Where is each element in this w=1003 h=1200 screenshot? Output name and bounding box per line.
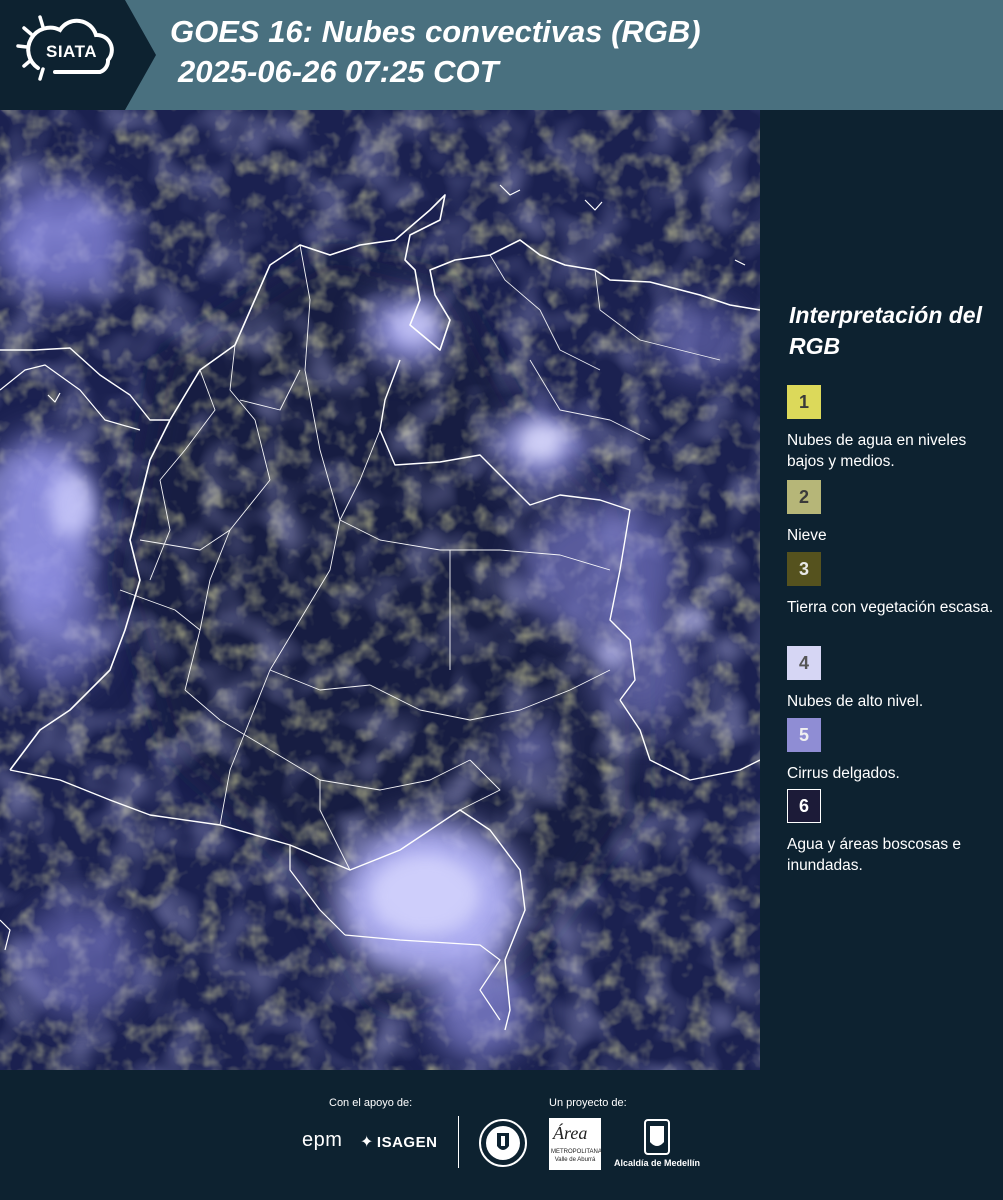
alcaldia-medellin-logo: Alcaldía de Medellín: [612, 1118, 702, 1168]
legend-panel: Interpretación del RGB 1 Nubes de agua e…: [760, 110, 1003, 1070]
legend-label: Tierra con vegetación escasa.: [787, 599, 994, 616]
alcaldia-shield-icon: [644, 1119, 670, 1155]
footer: Con el apoyo de: Un proyecto de: epm ✦ IS…: [0, 1070, 1003, 1200]
legend-swatch: 1: [787, 385, 821, 419]
legend-title: Interpretación del RGB: [789, 302, 982, 359]
legend-label: Nieve: [787, 527, 827, 544]
siata-logo-text: SIATA: [46, 42, 97, 61]
epm-logo: epm: [302, 1129, 343, 1151]
legend-label: Agua y áreas boscosas e inundadas.: [787, 836, 962, 874]
legend-swatch: 4: [787, 646, 821, 680]
legend-label: Nubes de agua en niveles bajos y medios.: [787, 432, 967, 470]
timestamp: 2025-06-26 07:25 COT: [178, 54, 499, 89]
footer-divider: [458, 1116, 459, 1168]
area-logo-text: Área: [553, 1123, 588, 1143]
legend-swatch: 5: [787, 718, 821, 752]
legend-swatch: 3: [787, 552, 821, 586]
isagen-mark-icon: ✦: [360, 1134, 374, 1151]
project-label: Un proyecto de:: [549, 1097, 627, 1109]
legend-item-3: 3 Tierra con vegetación escasa.: [787, 552, 997, 618]
medellin-seal-icon: [478, 1118, 528, 1168]
legend-label: Nubes de alto nivel.: [787, 693, 924, 710]
alcaldia-text: Alcaldía de Medellín: [613, 1158, 701, 1168]
legend-item-1: 1 Nubes de agua en niveles bajos y medio…: [787, 385, 997, 472]
legend-label: Cirrus delgados.: [787, 765, 900, 782]
legend-swatch: 2: [787, 480, 821, 514]
area-metropolitana-logo: Área METROPOLITANA Valle de Aburrá: [549, 1118, 602, 1170]
legend-item-5: 5 Cirrus delgados.: [787, 718, 997, 784]
header-bar: SIATA GOES 16: Nubes convectivas (RGB) 2…: [0, 0, 1003, 110]
isagen-logo: ✦ ISAGEN: [360, 1132, 437, 1152]
isagen-logo-text: ISAGEN: [376, 1134, 438, 1151]
legend-swatch: 6: [787, 789, 821, 823]
satellite-map: [0, 110, 760, 1070]
support-label: Con el apoyo de:: [329, 1097, 413, 1109]
legend-item-2: 2 Nieve: [787, 480, 997, 546]
legend-item-4: 4 Nubes de alto nivel.: [787, 646, 997, 712]
page-title: GOES 16: Nubes convectivas (RGB): [170, 14, 701, 49]
legend-item-6: 6 Agua y áreas boscosas e inundadas.: [787, 789, 997, 876]
siata-logo: SIATA: [0, 0, 160, 110]
area-logo-subtext: METROPOLITANA Valle de Aburrá: [551, 1149, 602, 1163]
